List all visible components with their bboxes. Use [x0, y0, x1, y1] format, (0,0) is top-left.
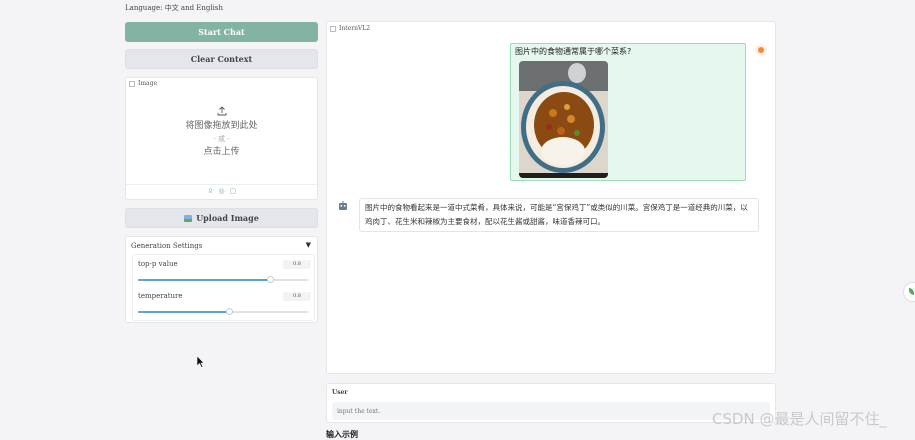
user-input-panel: User — [326, 383, 776, 423]
generation-settings-panel: Generation Settings ▼ top-p value 0.8 te… — [125, 236, 318, 323]
image-upload-panel[interactable]: Image 将图像拖放到此处 - 或 - 点击上传 ⇪ ◎ ▢ — [125, 77, 318, 200]
top-p-slider[interactable] — [138, 276, 308, 283]
csdn-watermark: CSDN @最是人间留不住_ — [712, 410, 888, 428]
image-panel-divider — [126, 184, 317, 185]
or-text: - 或 - — [213, 135, 230, 143]
leaf-icon — [909, 288, 914, 295]
food-photo-image — [519, 61, 608, 178]
upload-image-button[interactable]: Upload Image — [125, 208, 318, 228]
user-message-bubble: 图片中的食物通常属于哪个菜系? — [510, 43, 746, 181]
top-p-label: top-p value — [138, 260, 178, 268]
start-chat-button[interactable]: Start Chat — [125, 22, 318, 42]
drop-text: 将图像拖放到此处 — [185, 121, 258, 131]
chatbot-label: InternVL2 — [339, 25, 371, 32]
chat-input-field[interactable] — [332, 402, 770, 420]
webcam-icon[interactable]: ◎ — [219, 188, 225, 195]
clear-context-button[interactable]: Clear Context — [125, 49, 318, 69]
side-float-button[interactable] — [904, 283, 915, 301]
chat-tag-icon — [330, 25, 336, 32]
top-p-slider-fill — [138, 279, 271, 281]
upload-image-label: Upload Image — [196, 213, 259, 223]
generation-settings-body: top-p value 0.8 temperature 0.8 — [132, 254, 315, 321]
image-tools: ⇪ ◎ ▢ — [126, 188, 317, 195]
input-label: User — [332, 389, 348, 396]
image-panel-tag: Image — [129, 80, 157, 87]
temperature-slider[interactable] — [138, 308, 308, 315]
language-label: Language: 中文 and English — [125, 4, 223, 12]
chatbot-panel: InternVL2 图片中的食物通常属于哪个菜系? 图片中的食物看起来是一道中式… — [326, 21, 776, 374]
temperature-slider-handle[interactable] — [225, 308, 233, 315]
image-emoji-icon — [184, 214, 193, 222]
image-tag-icon — [129, 80, 135, 87]
user-message-text: 图片中的食物通常属于哪个菜系? — [515, 47, 632, 56]
temperature-value[interactable]: 0.8 — [283, 292, 311, 301]
click-upload-text[interactable]: 点击上传 — [126, 146, 317, 159]
user-avatar-icon — [755, 44, 767, 56]
examples-heading: 输入示例 — [326, 430, 358, 439]
bot-avatar-icon — [339, 201, 347, 210]
chatbot-tag: InternVL2 — [330, 25, 370, 32]
image-drop-zone[interactable]: 将图像拖放到此处 - 或 - 点击上传 — [126, 106, 317, 159]
temperature-label: temperature — [138, 292, 183, 300]
upload-icon[interactable]: ⇪ — [208, 188, 214, 195]
top-p-slider-handle[interactable] — [266, 276, 274, 283]
bot-message-bubble: 图片中的食物看起来是一道中式菜肴，具体来说，可能是“宫保鸡丁”或类似的川菜。宫保… — [359, 198, 759, 232]
generation-settings-title[interactable]: Generation Settings — [131, 242, 202, 250]
food-photo — [519, 61, 608, 178]
clipboard-icon[interactable]: ▢ — [230, 188, 237, 195]
upload-arrow-icon — [217, 106, 226, 116]
collapse-caret-icon[interactable]: ▼ — [306, 241, 311, 249]
temperature-slider-fill — [138, 311, 230, 313]
image-panel-label: Image — [138, 80, 158, 87]
mouse-cursor-icon — [197, 356, 205, 368]
top-p-value[interactable]: 0.8 — [283, 260, 311, 269]
